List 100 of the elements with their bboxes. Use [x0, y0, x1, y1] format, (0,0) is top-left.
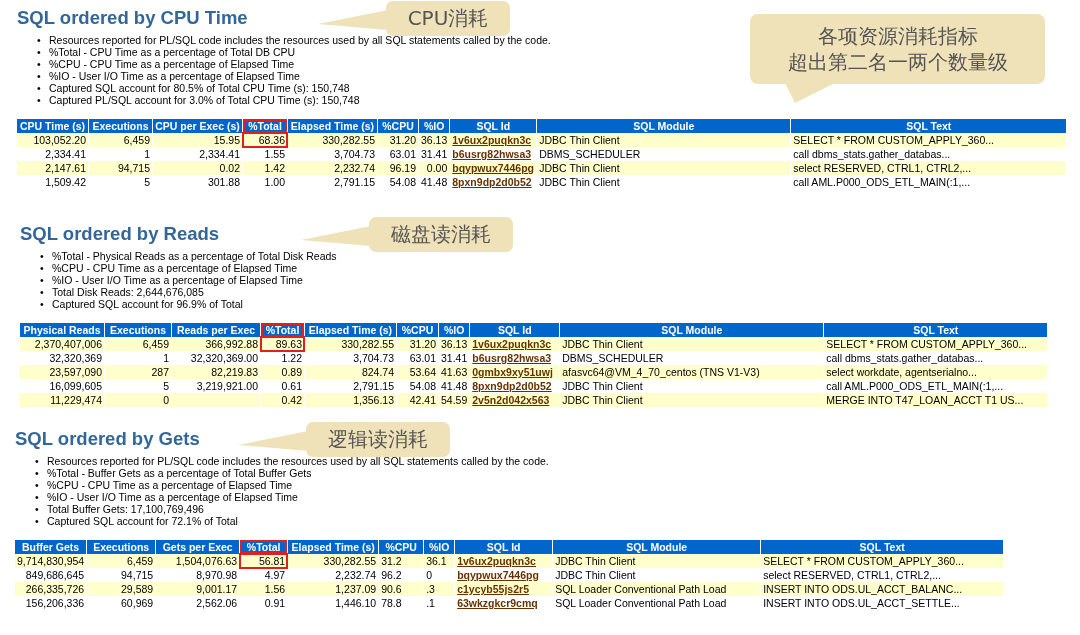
table-cell: select workdate, agentserialno...: [826, 366, 977, 378]
table-cell: JDBC Thin Client: [539, 162, 620, 174]
number-cell: 31.20: [389, 134, 416, 146]
section-title: SQL ordered by CPU Time: [17, 7, 248, 29]
bullet-text: %CPU - CPU Time as a percentage of Elapsed Time: [49, 57, 295, 71]
column-header: Elapsed Time (s): [288, 540, 379, 554]
number-cell: 3,704.73: [334, 148, 375, 160]
table-cell: SQL Loader Conventional Path Load: [555, 597, 727, 609]
table-cell: call dbms_stats.gather_databas...: [793, 148, 951, 160]
bullet-marker: •: [35, 478, 40, 492]
number-cell: 6,459: [123, 134, 150, 146]
column-header: Elapsed Time (s): [305, 323, 396, 337]
table-cell: select RESERVED, CTRL1, CTRL2,...: [793, 162, 972, 174]
number-cell: 3,704.73: [353, 352, 394, 364]
table-cell: JDBC Thin Client: [555, 569, 636, 581]
number-cell: 31.41: [441, 352, 468, 364]
bullet-marker: •: [37, 81, 42, 95]
number-cell: 1.56: [264, 583, 286, 595]
number-cell: 301.88: [207, 176, 240, 188]
number-cell: 330,282.55: [341, 338, 394, 350]
table-cell: select RESERVED, CTRL1, CTRL2,...: [763, 569, 941, 581]
number-cell: 31.20: [409, 338, 436, 350]
number-cell: 36.13: [441, 338, 468, 350]
number-cell: 32,320,369.00: [190, 352, 258, 364]
number-cell: 156,206,336: [25, 597, 85, 609]
number-cell: 9,001.17: [196, 583, 238, 595]
number-cell: 60,969: [121, 597, 154, 609]
number-cell: 8,970.98: [196, 569, 238, 581]
bullet-text: %IO - User I/O Time as a percentage of Elapsed Time: [47, 490, 298, 504]
bullet-text: %Total - Buffer Gets as a percentage of Total Buffer Gets: [47, 466, 312, 480]
bullet-text: %Total - Physical Reads as a percentage of Total Disk Reads: [52, 249, 337, 263]
number-cell: 56.81: [258, 555, 286, 567]
number-cell: 1.42: [264, 162, 285, 174]
table-cell: .3: [426, 583, 435, 595]
column-header: Physical Reads: [20, 323, 104, 337]
bullet-marker: •: [40, 285, 45, 299]
column-header: SQL Text: [791, 119, 1067, 133]
bullet-text: Resources reported for PL/SQL code includes the resources used by all SQL statements called by the code.: [47, 454, 549, 468]
bullet-marker: •: [40, 249, 45, 263]
table-cell: .1: [426, 597, 435, 609]
number-cell: 94,715: [117, 162, 150, 174]
number-cell: 1: [144, 148, 150, 160]
table-cell: SELECT * FROM CUSTOM_APPLY_360...: [763, 555, 964, 567]
number-cell: 266,335,726: [25, 583, 85, 595]
bullet-text: %Total - CPU Time as a percentage of Total DB CPU: [49, 45, 296, 59]
column-header: %Total: [243, 119, 287, 133]
number-cell: 849,686,645: [25, 569, 85, 581]
number-cell: 1,356.13: [353, 394, 394, 406]
number-cell: 1.22: [281, 352, 302, 364]
column-header: SQL Id: [455, 540, 553, 554]
number-cell: 42.41: [409, 394, 436, 406]
number-cell: 0.00: [426, 162, 448, 174]
number-cell: 89.63: [275, 338, 302, 350]
number-cell: 0.42: [281, 394, 302, 406]
number-cell: 41.48: [421, 176, 448, 188]
section-title: SQL ordered by Gets: [15, 428, 200, 450]
number-cell: 2,370,407,006: [34, 338, 102, 350]
number-cell: 2,232.74: [335, 569, 377, 581]
bullet-marker: •: [40, 297, 45, 311]
table-cell: 96.2: [381, 569, 402, 581]
column-header: SQL Text: [824, 323, 1048, 337]
table-cell: SELECT * FROM CUSTOM_APPLY_360...: [826, 338, 1028, 350]
number-cell: 3,219,921.00: [196, 380, 258, 392]
number-cell: 36.13: [421, 134, 448, 146]
number-cell: 824.74: [361, 366, 394, 378]
number-cell: 0.89: [281, 366, 302, 378]
bullet-marker: •: [35, 490, 40, 504]
number-cell: 9,714,830,954: [17, 555, 85, 567]
column-header: Executions: [89, 119, 152, 133]
table-cell: SQL Loader Conventional Path Load: [555, 583, 727, 595]
bullet-text: %IO - User I/O Time as a percentage of Elapsed Time: [52, 273, 303, 287]
number-cell: 32,320,369: [49, 352, 102, 364]
column-header: Elapsed Time (s): [288, 119, 377, 133]
column-header: %Total: [240, 540, 288, 554]
number-cell: 1,504,076.63: [175, 555, 238, 567]
number-cell: 1: [163, 352, 169, 364]
table-cell: SELECT * FROM CUSTOM_APPLY_360...: [793, 134, 995, 146]
bullet-marker: •: [35, 466, 40, 480]
number-cell: 366,992.88: [205, 338, 258, 350]
column-header: CPU Time (s): [17, 119, 88, 133]
table-cell: 36.1: [426, 555, 447, 567]
number-cell: 63.01: [409, 352, 436, 364]
table-cell: DBMS_SCHEDULER: [539, 148, 641, 160]
number-cell: 1,509.42: [45, 176, 86, 188]
bullet-marker: •: [37, 57, 42, 71]
table-cell: JDBC Thin Client: [562, 380, 643, 392]
table-cell: 90.6: [381, 583, 402, 595]
bullet-text: %CPU - CPU Time as a percentage of Elapsed Time: [52, 261, 298, 275]
number-cell: 2,791.15: [334, 176, 375, 188]
number-cell: 94,715: [121, 569, 154, 581]
column-header: SQL Module: [553, 540, 761, 554]
bullet-marker: •: [35, 454, 40, 468]
table-cell: DBMS_SCHEDULER: [562, 352, 664, 364]
column-header: CPU per Exec (s): [153, 119, 242, 133]
column-header: %IO: [439, 323, 470, 337]
number-cell: 1.00: [264, 176, 285, 188]
number-cell: 330,282.55: [323, 555, 377, 567]
bullet-marker: •: [37, 45, 42, 59]
number-cell: 29,589: [121, 583, 154, 595]
number-cell: 53.64: [409, 366, 436, 378]
